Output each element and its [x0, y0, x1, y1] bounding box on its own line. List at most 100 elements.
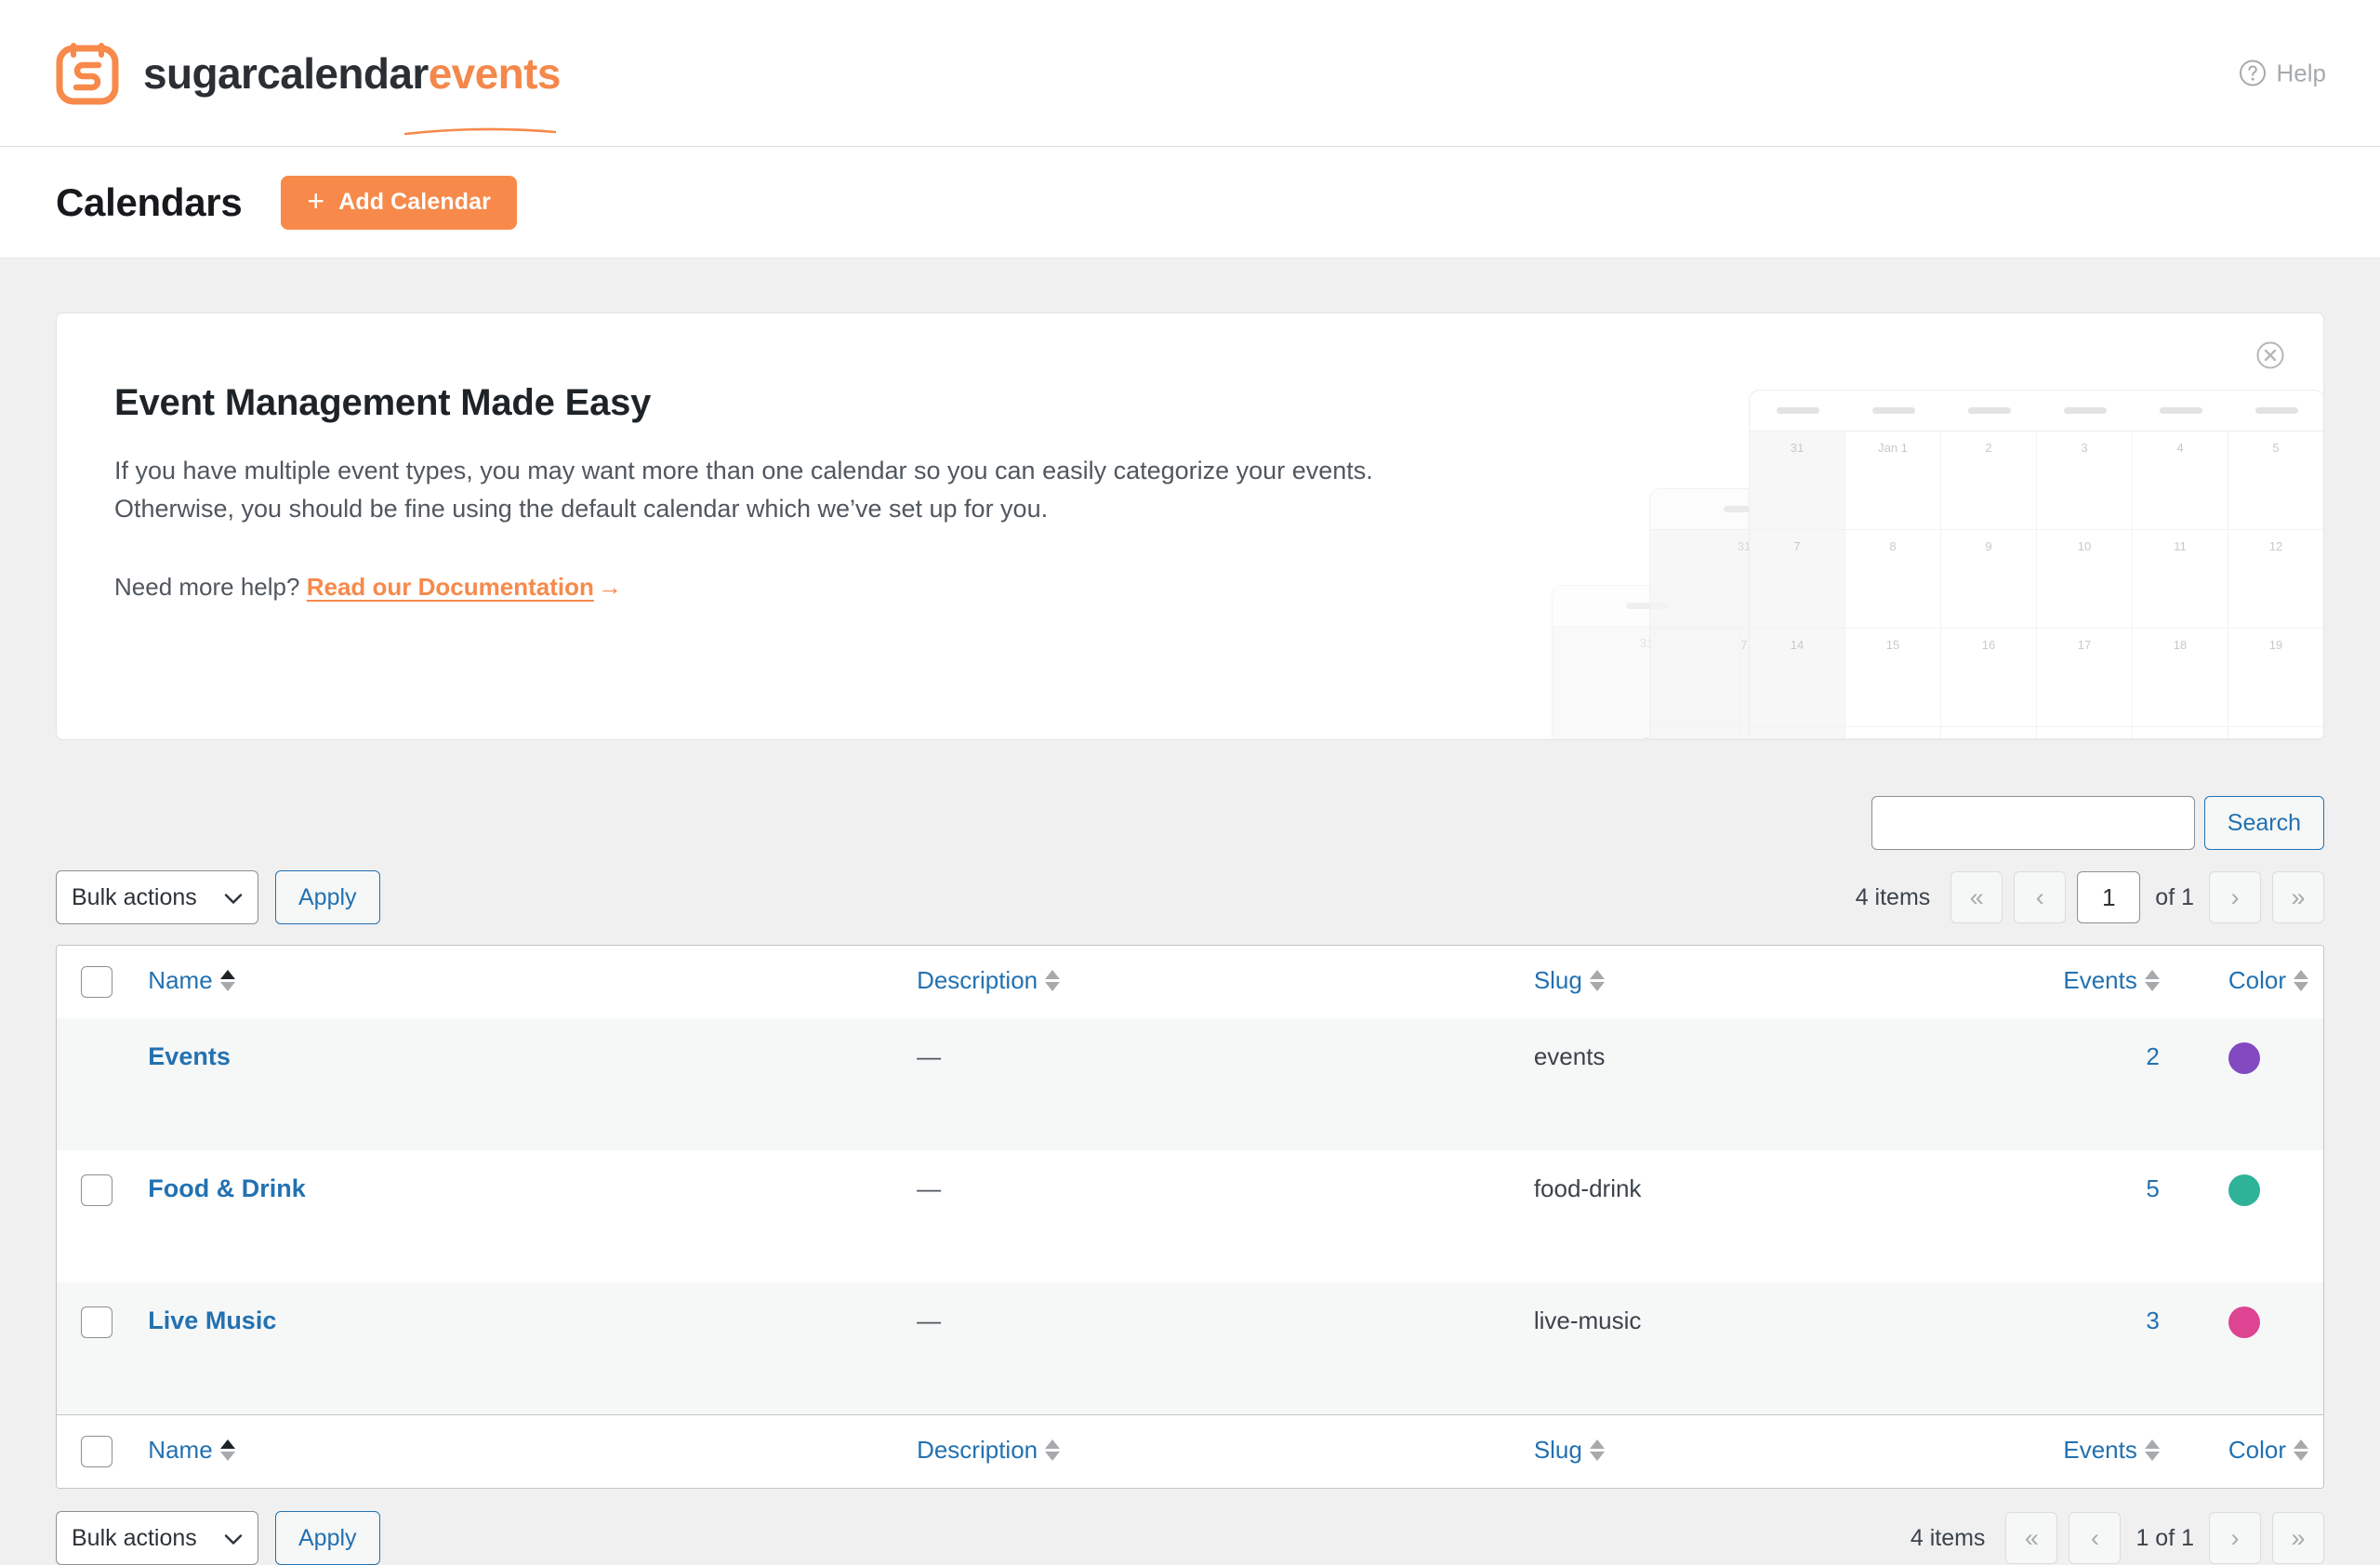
sugar-calendar-logo-icon: [56, 42, 119, 105]
sort-name-link-bottom[interactable]: Name: [148, 1436, 235, 1465]
apply-button-bottom[interactable]: Apply: [275, 1511, 380, 1565]
row-name-cell: Events: [133, 1018, 902, 1150]
column-label-events: Events: [2063, 1436, 2137, 1464]
row-events-cell: 2: [1932, 1018, 2175, 1150]
bulk-actions-select-top[interactable]: Bulk actions: [56, 870, 258, 924]
column-label-name: Name: [148, 1436, 213, 1464]
plus-icon: +: [307, 184, 325, 218]
promo-help-line: Need more help? Read our Documentation →: [114, 573, 2323, 602]
calendar-name-link[interactable]: Live Music: [148, 1306, 276, 1334]
search-button[interactable]: Search: [2203, 796, 2324, 850]
mini-calendar-back-1: 317142128: [1649, 488, 1840, 739]
row-checkbox[interactable]: [81, 1306, 112, 1338]
last-page-button-bottom[interactable]: »: [2272, 1512, 2324, 1564]
mini-calendar-day-cell: 7: [1553, 725, 1741, 738]
sort-slug-link-top[interactable]: Slug: [1534, 966, 1605, 995]
mini-calendar-day-cell: 14: [1750, 629, 1845, 726]
row-slug-cell: live-music: [1519, 1282, 1933, 1414]
last-page-button-top[interactable]: »: [2272, 871, 2324, 923]
mini-calendar-day-cell: 3: [2037, 431, 2133, 529]
table-head: Name Description Slug Events Color: [57, 946, 2323, 1018]
column-label-name: Name: [148, 966, 213, 994]
page-title-bar: Calendars + Add Calendar: [0, 147, 2380, 259]
sort-description-link-bottom[interactable]: Description: [917, 1436, 1061, 1465]
bulk-actions-group-top: Bulk actions Apply: [56, 870, 380, 924]
row-select-cell: [57, 1150, 133, 1282]
bulk-actions-label-top: Bulk actions: [72, 883, 197, 910]
mini-calendar-day-cell: 16: [1941, 629, 2037, 726]
description-value: —: [917, 1174, 942, 1202]
promo-documentation-link[interactable]: Read our Documentation: [307, 573, 594, 601]
add-calendar-button[interactable]: + Add Calendar: [281, 175, 517, 230]
calendar-name-link[interactable]: Food & Drink: [148, 1174, 306, 1202]
bulk-actions-select-bottom[interactable]: Bulk actions: [56, 1511, 258, 1565]
mini-calendar-day-cell: 26: [2228, 727, 2323, 738]
events-count-link[interactable]: 3: [2146, 1306, 2159, 1334]
column-footer-color: Color: [2174, 1414, 2323, 1488]
sort-arrows-icon: [219, 1439, 235, 1461]
events-count-link[interactable]: 2: [2146, 1042, 2159, 1070]
sort-color-link-top[interactable]: Color: [2228, 966, 2308, 995]
mini-calendar-front: 31Jan 1234578910111214151617181921222324…: [1749, 390, 2323, 739]
column-label-slug: Slug: [1533, 1436, 1582, 1464]
calendars-table: Name Description Slug Events Color Event…: [56, 945, 2324, 1489]
first-page-button-top[interactable]: «: [1950, 871, 2003, 923]
content-area: Event Management Made Easy If you have m…: [0, 259, 2380, 1565]
promo-help-prefix: Need more help?: [114, 573, 300, 602]
mini-calendar-day-cell: 31: [1553, 627, 1741, 724]
mini-calendar-day-cell: 18: [2133, 629, 2228, 726]
brand-name-dark: sugarcalendar: [143, 48, 429, 98]
column-footer-name: Name: [133, 1414, 903, 1488]
brand-bar: sugarcalendarevents Help: [0, 0, 2380, 147]
sort-name-link-top[interactable]: Name: [148, 966, 235, 995]
column-footer-events: Events: [1932, 1414, 2175, 1488]
total-pages-label-top: of 1: [2155, 883, 2194, 910]
row-slug-cell: food-drink: [1519, 1150, 1933, 1282]
apply-button-top[interactable]: Apply: [275, 870, 380, 924]
mini-calendar-week-row: 7: [1650, 629, 1839, 727]
calendar-name-link[interactable]: Events: [148, 1042, 231, 1070]
column-header-events: Events: [1932, 946, 2175, 1018]
sort-arrows-icon: [1589, 970, 1605, 991]
description-value: —: [917, 1306, 942, 1334]
help-link[interactable]: Help: [2239, 59, 2326, 87]
sort-color-link-bottom[interactable]: Color: [2228, 1436, 2308, 1465]
arrow-right-icon: →: [597, 573, 622, 602]
events-count-link[interactable]: 5: [2146, 1174, 2159, 1202]
slug-value: live-music: [1533, 1306, 1642, 1334]
select-all-checkbox-bottom[interactable]: [81, 1436, 112, 1467]
sort-arrows-icon: [1045, 1439, 1061, 1461]
select-all-checkbox-top[interactable]: [81, 966, 112, 998]
mini-calendar-day-cell: 22: [1845, 727, 1941, 738]
row-description-cell: —: [902, 1150, 1519, 1282]
sort-slug-link-bottom[interactable]: Slug: [1534, 1436, 1605, 1465]
question-circle-icon: [2239, 60, 2267, 87]
next-page-button-top[interactable]: ›: [2209, 871, 2261, 923]
column-label-color: Color: [2228, 966, 2286, 994]
row-checkbox[interactable]: [81, 1174, 112, 1206]
mini-calendar-day-cell: 15: [1845, 629, 1941, 726]
current-page-input-top[interactable]: [2077, 871, 2141, 923]
first-page-button-bottom[interactable]: «: [2005, 1512, 2058, 1564]
column-header-name: Name: [133, 946, 903, 1018]
pagination-top: 4 items « ‹ of 1 › »: [1856, 871, 2324, 923]
table-row: Food & Drink — food-drink 5: [57, 1150, 2323, 1282]
close-circle-icon[interactable]: [2254, 339, 2286, 371]
table-header-row: Name Description Slug Events Color: [57, 946, 2323, 1018]
sort-arrows-icon: [1045, 970, 1061, 991]
prev-page-button-top[interactable]: ‹: [2014, 871, 2067, 923]
sort-events-link-bottom[interactable]: Events: [2063, 1436, 2160, 1465]
mini-calendar-week-row: 212223242526: [1750, 727, 2323, 738]
sort-description-link-top[interactable]: Description: [917, 966, 1061, 995]
column-label-description: Description: [917, 966, 1038, 994]
search-input[interactable]: [1871, 796, 2195, 850]
prev-page-button-bottom[interactable]: ‹: [2069, 1512, 2122, 1564]
row-description-cell: —: [902, 1282, 1519, 1414]
row-select-cell: [57, 1282, 133, 1414]
mini-calendar-week-row: 14: [1650, 727, 1839, 738]
row-slug-cell: events: [1519, 1018, 1933, 1150]
brand-logo-group[interactable]: sugarcalendarevents: [56, 42, 561, 135]
next-page-button-bottom[interactable]: ›: [2209, 1512, 2261, 1564]
sort-events-link-top[interactable]: Events: [2063, 966, 2160, 995]
row-color-cell: [2175, 1282, 2323, 1414]
